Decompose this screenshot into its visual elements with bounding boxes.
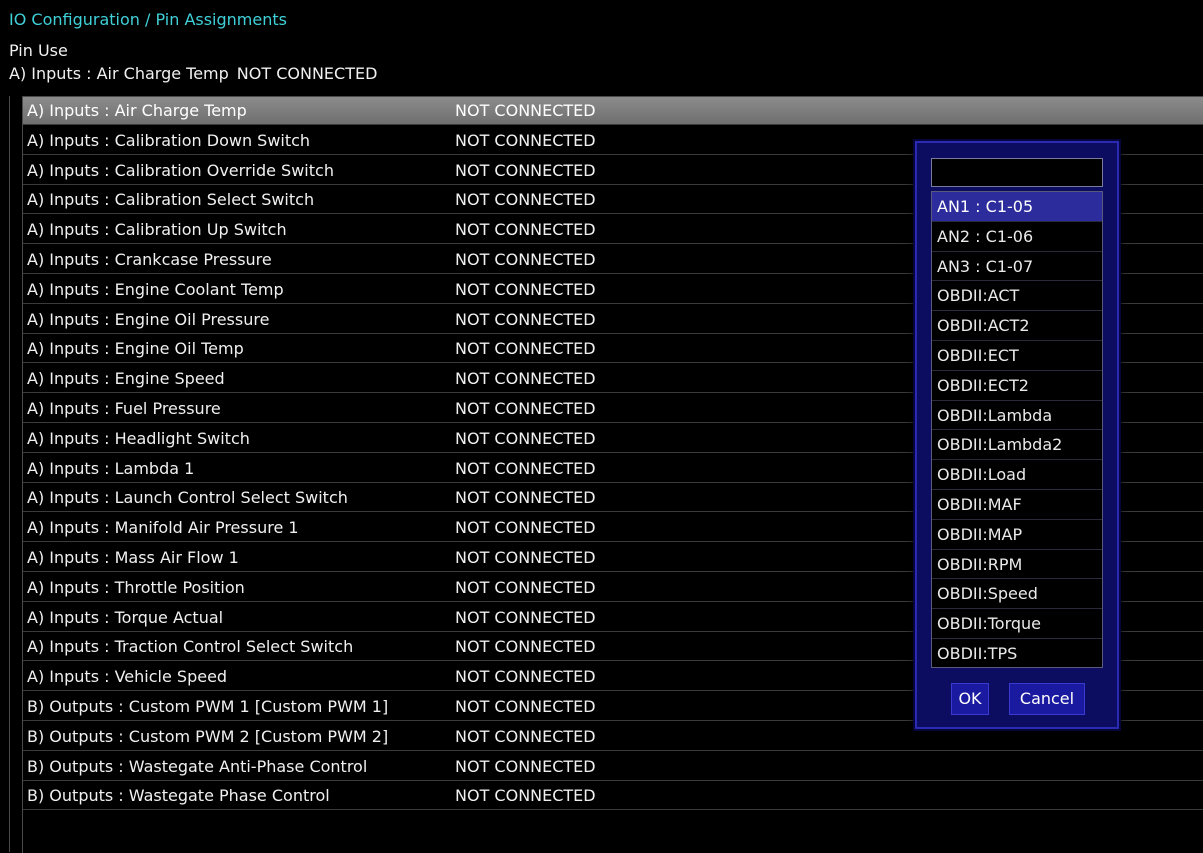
pin-select-dialog: AN1 : C1-05 AN2 : C1-06 AN3 : C1-07 OBDII:A…: [915, 141, 1119, 729]
pin-option-item[interactable]: OBDII:ECT2: [932, 371, 1102, 401]
pin-function-name: A) Inputs : Lambda 1: [27, 458, 195, 478]
table-row[interactable]: B) Outputs : Wastegate Anti-Phase Contro…: [23, 753, 1203, 781]
table-row[interactable]: A) Inputs : Air Charge Temp NOT CONNECTED: [23, 97, 1203, 125]
pin-assignment-value: NOT CONNECTED: [455, 726, 596, 746]
pin-function-name: A) Inputs : Manifold Air Pressure 1: [27, 518, 299, 538]
pin-function-name: B) Outputs : Custom PWM 1 [Custom PWM 1]: [27, 697, 389, 716]
pin-function-name: A) Inputs : Engine Oil Temp: [27, 339, 244, 359]
selected-pin-value: NOT CONNECTED: [236, 64, 378, 83]
pin-assignment-value: NOT CONNECTED: [455, 518, 596, 538]
pin-assignment-value: NOT CONNECTED: [455, 577, 596, 597]
table-left-border: [9, 96, 10, 852]
pin-option-item[interactable]: OBDII:ECT: [932, 341, 1102, 371]
pin-option-item[interactable]: OBDII:Speed: [932, 579, 1102, 610]
pin-option-item[interactable]: OBDII:ACT: [932, 281, 1102, 312]
pin-function-name: B) Outputs : Wastegate Anti-Phase Contro…: [27, 756, 368, 776]
pin-assignment-value: NOT CONNECTED: [455, 786, 596, 806]
pin-option-item[interactable]: OBDII:Lambda: [932, 401, 1102, 431]
pin-function-name: A) Inputs : Fuel Pressure: [27, 399, 221, 418]
pin-assignment-value: NOT CONNECTED: [455, 697, 596, 716]
pin-assignment-value: NOT CONNECTED: [455, 309, 596, 329]
pin-option-item[interactable]: AN1 : C1-05: [932, 192, 1102, 222]
pin-function-name: A) Inputs : Torque Actual: [27, 607, 224, 627]
table-row[interactable]: B) Outputs : Wastegate Phase Control NOT …: [23, 782, 1203, 811]
pin-assignment-value: NOT CONNECTED: [455, 756, 596, 776]
pin-assignment-value: NOT CONNECTED: [455, 458, 596, 478]
pin-function-name: A) Inputs : Throttle Position: [27, 577, 245, 597]
pin-function-name: B) Outputs : Wastegate Phase Control: [27, 786, 330, 806]
pin-assignment-value: NOT CONNECTED: [455, 399, 596, 418]
pin-function-name: A) Inputs : Traction Control Select Swit…: [27, 637, 354, 657]
pin-assignment-value: NOT CONNECTED: [455, 428, 596, 448]
pin-function-name: A) Inputs : Calibration Select Switch: [27, 190, 315, 210]
cancel-button[interactable]: Cancel: [1009, 683, 1085, 715]
pin-use-label: Pin Use: [9, 41, 68, 60]
pin-option-item[interactable]: AN3 : C1-07: [932, 252, 1102, 282]
pin-assignment-value: NOT CONNECTED: [455, 220, 596, 240]
pin-option-item[interactable]: OBDII:Lambda2: [932, 430, 1102, 461]
pin-assignment-value: NOT CONNECTED: [455, 190, 596, 210]
pin-option-item[interactable]: OBDII:Torque: [932, 609, 1102, 639]
pin-function-name: A) Inputs : Mass Air Flow 1: [27, 548, 239, 567]
pin-assignment-value: NOT CONNECTED: [455, 637, 596, 657]
pin-assignment-value: NOT CONNECTED: [455, 130, 596, 150]
pin-assignment-value: NOT CONNECTED: [455, 667, 596, 687]
pin-assignment-value: NOT CONNECTED: [455, 279, 596, 299]
pin-assignment-value: NOT CONNECTED: [455, 101, 596, 120]
pin-assignment-value: NOT CONNECTED: [455, 339, 596, 359]
pin-assignment-value: NOT CONNECTED: [455, 160, 596, 180]
pin-assignment-value: NOT CONNECTED: [455, 607, 596, 627]
pin-function-name: A) Inputs : Air Charge Temp: [27, 101, 247, 120]
pin-option-item[interactable]: OBDII:ACT2: [932, 311, 1102, 341]
page-title: IO Configuration / Pin Assignments: [9, 10, 287, 29]
ok-button[interactable]: OK: [951, 683, 989, 715]
pin-function-name: A) Inputs : Calibration Override Switch: [27, 160, 334, 180]
pin-filter-input[interactable]: [931, 158, 1103, 187]
pin-assignment-value: NOT CONNECTED: [455, 548, 596, 567]
pin-function-name: A) Inputs : Engine Speed: [27, 369, 225, 389]
pin-function-name: A) Inputs : Calibration Down Switch: [27, 130, 311, 150]
pin-option-item[interactable]: OBDII:MAF: [932, 490, 1102, 520]
pin-function-name: A) Inputs : Calibration Up Switch: [27, 220, 287, 240]
pin-function-name: A) Inputs : Engine Oil Pressure: [27, 309, 270, 329]
pin-option-list[interactable]: AN1 : C1-05 AN2 : C1-06 AN3 : C1-07 OBDII:A…: [931, 191, 1103, 668]
pin-option-item[interactable]: OBDII:RPM: [932, 550, 1102, 580]
pin-function-name: A) Inputs : Headlight Switch: [27, 428, 250, 448]
pin-function-name: A) Inputs : Launch Control Select Switch: [27, 488, 348, 508]
pin-option-item[interactable]: OBDII:Load: [932, 460, 1102, 490]
pin-option-item[interactable]: AN2 : C1-06: [932, 222, 1102, 252]
pin-function-name: A) Inputs : Crankcase Pressure: [27, 250, 272, 269]
pin-assignment-value: NOT CONNECTED: [455, 488, 596, 508]
pin-assignment-value: NOT CONNECTED: [455, 250, 596, 269]
pin-function-name: A) Inputs : Vehicle Speed: [27, 667, 228, 687]
pin-function-name: A) Inputs : Engine Coolant Temp: [27, 279, 284, 299]
pin-assignment-value: NOT CONNECTED: [455, 369, 596, 389]
pin-option-item[interactable]: OBDII:TPS: [932, 639, 1102, 667]
selected-pin-summary: A) Inputs : Air Charge Temp NOT CONNECTED: [9, 64, 377, 84]
pin-option-item[interactable]: OBDII:MAP: [932, 520, 1102, 550]
selected-pin-name: A) Inputs : Air Charge Temp: [9, 64, 229, 83]
pin-function-name: B) Outputs : Custom PWM 2 [Custom PWM 2]: [27, 726, 389, 746]
